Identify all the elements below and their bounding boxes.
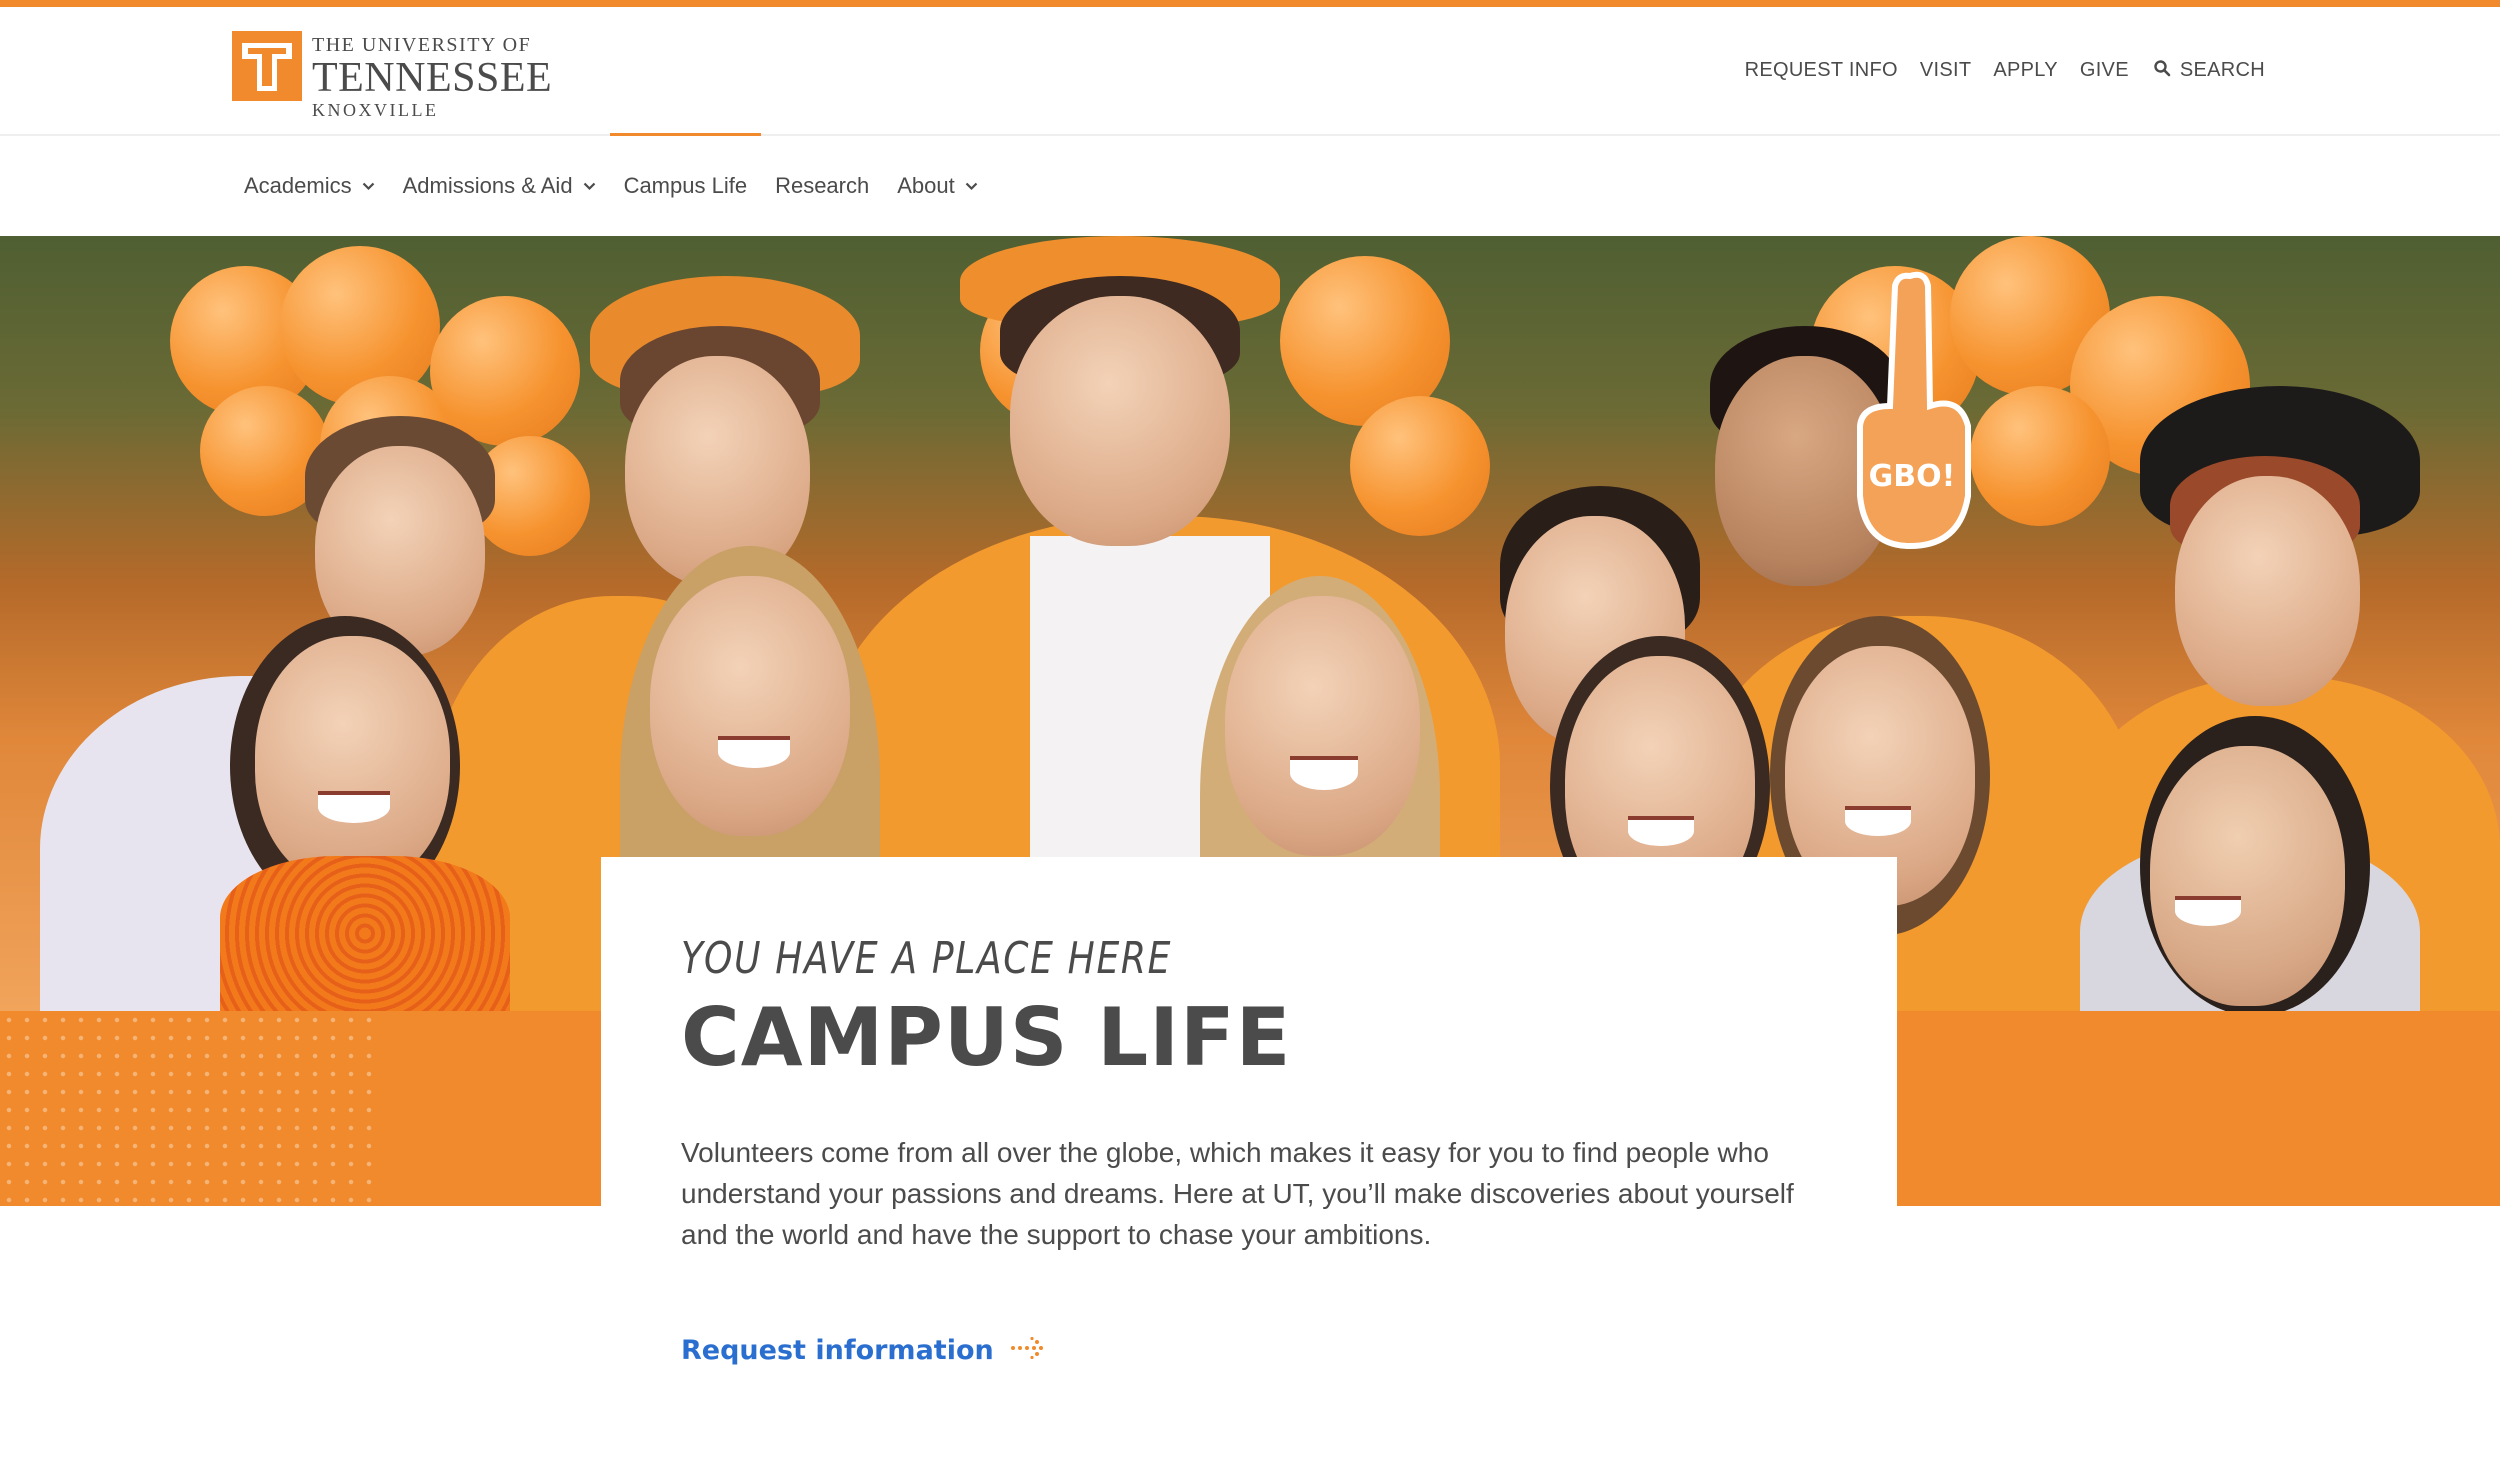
nav-item-academics[interactable]: Academics (230, 136, 389, 236)
university-logo[interactable]: THE UNIVERSITY OF TENNESSEE KNOXVILLE (232, 31, 552, 119)
power-t-icon (232, 31, 302, 101)
search-icon (2153, 59, 2171, 82)
nav-item-label: Academics (244, 173, 352, 198)
nav-item-label: About (897, 173, 955, 198)
person-smile (718, 736, 790, 768)
page-title: CAMPUS LIFE (681, 991, 1292, 1084)
person-face (2175, 476, 2360, 706)
person-smile (2175, 896, 2241, 926)
site-header: THE UNIVERSITY OF TENNESSEE KNOXVILLE RE… (0, 7, 2500, 136)
balloon (1350, 396, 1490, 536)
request-information-link[interactable]: Request information (681, 1335, 1048, 1366)
logo-line-3: KNOXVILLE (312, 100, 439, 120)
chevron-down-icon (965, 182, 978, 191)
nav-item-research[interactable]: Research (761, 136, 883, 236)
nav-item-label: Admissions & Aid (402, 173, 573, 198)
utility-nav: REQUEST INFO VISIT APPLY GIVE SEARCH (1745, 59, 2265, 82)
person-face (1225, 596, 1420, 856)
request-info-link[interactable]: REQUEST INFO (1745, 59, 1898, 82)
person-face (2150, 746, 2345, 1006)
person-smile (318, 791, 390, 823)
dotted-arrow-right-icon (1010, 1336, 1048, 1364)
chevron-down-icon (362, 182, 375, 191)
person-face (650, 576, 850, 836)
person-smile (1628, 816, 1694, 846)
card-description: Volunteers come from all over the globe,… (681, 1136, 1794, 1250)
person-face (255, 636, 450, 886)
person-smile (1845, 806, 1911, 836)
balloon (430, 296, 580, 446)
nav-item-campus-life[interactable]: Campus Life (609, 133, 762, 236)
logo-wordmark: THE UNIVERSITY OF TENNESSEE KNOXVILLE (312, 31, 552, 119)
foam-finger-icon: GBO! (1850, 266, 1980, 556)
logo-line-2: TENNESSEE (312, 55, 553, 101)
foam-finger-text: GBO! (1869, 459, 1956, 494)
orange-lei (220, 856, 510, 1011)
dot-pattern (0, 1011, 380, 1206)
top-accent-stripe (0, 0, 2500, 7)
main-nav: Academics Admissions & Aid Campus Life R… (230, 133, 992, 236)
nav-item-admissions-aid[interactable]: Admissions & Aid (389, 136, 610, 236)
balloon (1970, 386, 2110, 526)
search-button[interactable]: SEARCH (2153, 59, 2265, 82)
person-face (1010, 296, 1230, 546)
person-smile (1290, 756, 1358, 790)
nav-item-label: Campus Life (623, 173, 748, 198)
logo-line-1: THE UNIVERSITY OF (312, 34, 532, 56)
cta-label: Request information (681, 1334, 994, 1366)
nav-item-about[interactable]: About (883, 136, 992, 236)
chevron-down-icon (583, 182, 596, 191)
apply-link[interactable]: APPLY (1993, 59, 2058, 82)
campus-life-card: YOU HAVE A PLACE HERE CAMPUS LIFE Volunt… (601, 857, 1897, 1377)
search-label: SEARCH (2179, 59, 2265, 81)
card-eyebrow: YOU HAVE A PLACE HERE (681, 933, 1173, 984)
give-link[interactable]: GIVE (2080, 59, 2129, 82)
visit-link[interactable]: VISIT (1920, 59, 1972, 82)
nav-item-label: Research (775, 173, 870, 198)
person-face (625, 356, 810, 586)
